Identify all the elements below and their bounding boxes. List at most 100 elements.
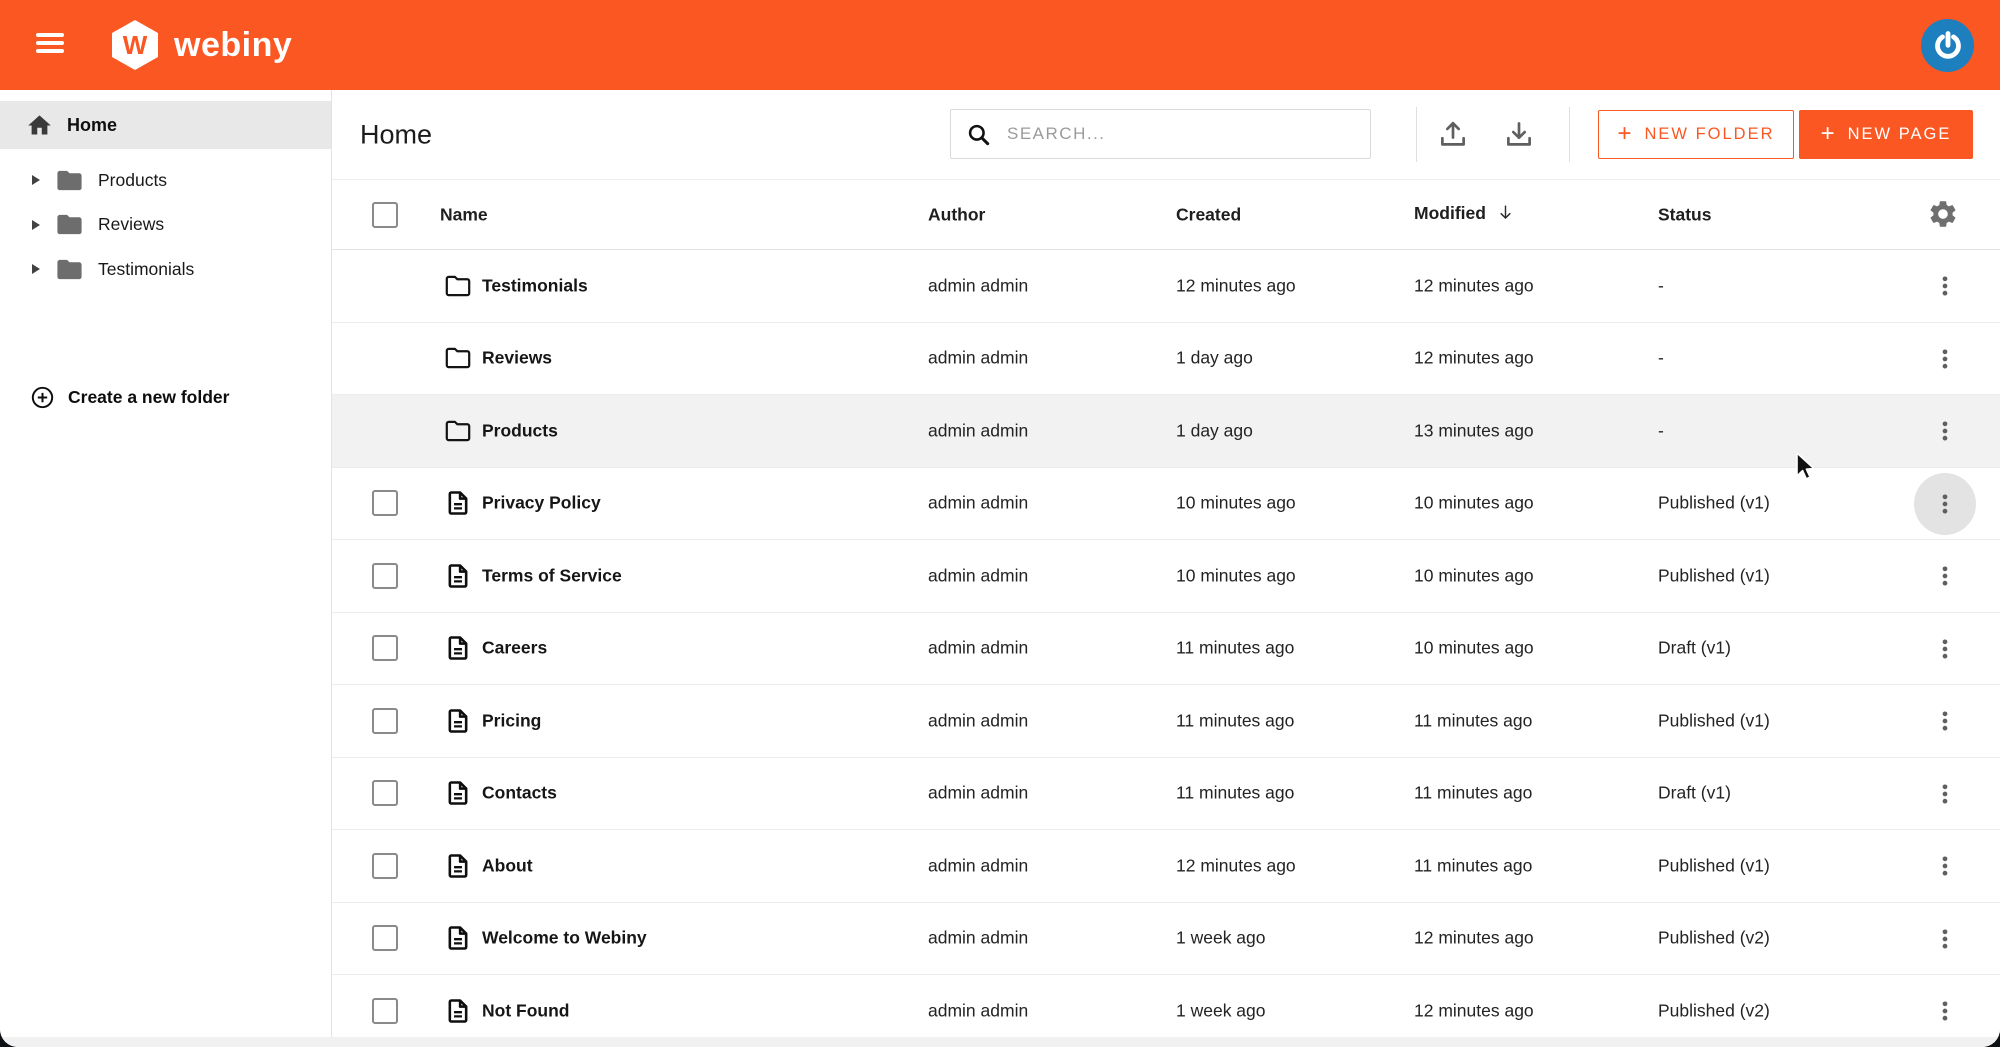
row-status: Published (v1) xyxy=(1658,492,1770,513)
row-created: 1 week ago xyxy=(1176,927,1266,948)
column-header-author[interactable]: Author xyxy=(928,204,985,225)
row-actions-button[interactable] xyxy=(1914,328,1976,390)
table-header: Name Author Created Modified Status xyxy=(332,180,2000,250)
row-name[interactable]: Not Found xyxy=(482,1000,569,1021)
new-page-button[interactable]: + NEW PAGE xyxy=(1799,110,1973,159)
row-created: 12 minutes ago xyxy=(1176,275,1296,296)
row-name[interactable]: Testimonials xyxy=(482,275,588,296)
row-name[interactable]: Welcome to Webiny xyxy=(482,928,647,949)
table-row[interactable]: Contacts admin admin 11 minutes ago 11 m… xyxy=(332,757,2000,830)
row-actions-button[interactable] xyxy=(1914,255,1976,317)
folder-outline-icon xyxy=(445,275,471,296)
kebab-menu-icon xyxy=(1942,856,1948,876)
row-actions-button[interactable] xyxy=(1914,618,1976,680)
column-header-modified[interactable]: Modified xyxy=(1414,203,1515,227)
table-row[interactable]: Pricing admin admin 11 minutes ago 11 mi… xyxy=(332,685,2000,758)
circle-plus-icon xyxy=(31,386,54,408)
search-input[interactable] xyxy=(951,110,1370,158)
sidebar-folder-item[interactable]: Testimonials xyxy=(0,247,331,292)
row-actions-button[interactable] xyxy=(1914,763,1976,825)
row-modified: 10 minutes ago xyxy=(1414,637,1534,658)
row-checkbox[interactable] xyxy=(372,852,398,879)
row-actions-button[interactable] xyxy=(1914,980,1976,1042)
folder-outline-icon xyxy=(445,348,471,369)
table-row[interactable]: Products admin admin 1 day ago 13 minute… xyxy=(332,395,2000,468)
row-name[interactable]: Contacts xyxy=(482,783,557,804)
row-name[interactable]: About xyxy=(482,855,533,876)
user-avatar[interactable] xyxy=(1921,19,1974,72)
caret-right-icon[interactable] xyxy=(32,175,40,186)
upload-icon xyxy=(1441,121,1465,146)
row-name[interactable]: Terms of Service xyxy=(482,565,622,586)
sidebar-folder-item[interactable]: Products xyxy=(0,158,331,203)
row-status: Published (v1) xyxy=(1658,710,1770,731)
row-checkbox[interactable] xyxy=(372,490,398,517)
row-modified: 10 minutes ago xyxy=(1414,492,1534,513)
power-icon xyxy=(1934,30,1961,59)
column-header-status[interactable]: Status xyxy=(1658,204,1711,225)
caret-right-icon[interactable] xyxy=(32,219,40,230)
webiny-logo-hexagon-icon: W xyxy=(112,20,158,70)
row-actions-button[interactable] xyxy=(1914,835,1976,897)
row-modified: 11 minutes ago xyxy=(1414,782,1533,803)
row-checkbox[interactable] xyxy=(372,562,398,589)
export-download-button[interactable] xyxy=(1496,111,1542,157)
row-modified: 10 minutes ago xyxy=(1414,565,1534,586)
content-toolbar: Home SEARCH... + NEW FOLDER + NEW PAGE xyxy=(332,90,2000,180)
row-actions-button[interactable] xyxy=(1914,908,1976,970)
folder-filled-icon xyxy=(57,259,82,279)
kebab-menu-icon xyxy=(1942,638,1948,659)
row-status: Published (v1) xyxy=(1658,855,1770,876)
menu-icon[interactable] xyxy=(36,33,64,57)
table-settings-button[interactable] xyxy=(1926,198,1960,232)
row-author: admin admin xyxy=(928,420,1029,441)
table-body: Testimonials admin admin 12 minutes ago … xyxy=(332,250,2000,1047)
row-checkbox[interactable] xyxy=(372,997,398,1024)
caret-right-icon[interactable] xyxy=(32,264,40,275)
table-row[interactable]: Privacy Policy admin admin 10 minutes ag… xyxy=(332,467,2000,540)
row-status: - xyxy=(1658,347,1664,368)
row-actions-button[interactable] xyxy=(1914,400,1976,462)
row-checkbox[interactable] xyxy=(372,925,398,952)
row-actions-button[interactable] xyxy=(1914,690,1976,752)
table-row[interactable]: Careers admin admin 11 minutes ago 10 mi… xyxy=(332,612,2000,685)
create-new-folder-button[interactable]: Create a new folder xyxy=(0,375,331,419)
table-row[interactable]: Reviews admin admin 1 day ago 12 minutes… xyxy=(332,322,2000,395)
row-checkbox[interactable] xyxy=(372,635,398,662)
select-all-checkbox[interactable] xyxy=(372,201,398,228)
column-header-created[interactable]: Created xyxy=(1176,204,1241,225)
kebab-menu-icon xyxy=(1942,711,1948,731)
row-author: admin admin xyxy=(928,347,1029,368)
sidebar-folder-label: Testimonials xyxy=(98,258,195,279)
row-checkbox[interactable] xyxy=(372,780,398,807)
row-name[interactable]: Careers xyxy=(482,638,547,659)
sidebar-item-home[interactable]: Home xyxy=(0,101,331,149)
sidebar-folder-item[interactable]: Reviews xyxy=(0,203,331,248)
table-row[interactable]: Terms of Service admin admin 10 minutes … xyxy=(332,540,2000,613)
row-name[interactable]: Products xyxy=(482,420,558,441)
row-modified: 13 minutes ago xyxy=(1414,420,1534,441)
row-name[interactable]: Reviews xyxy=(482,348,552,369)
home-icon xyxy=(28,114,51,134)
import-upload-button[interactable] xyxy=(1430,111,1476,157)
table-row[interactable]: Welcome to Webiny admin admin 1 week ago… xyxy=(332,902,2000,975)
plus-icon: + xyxy=(1617,119,1632,147)
table-row[interactable]: About admin admin 12 minutes ago 11 minu… xyxy=(332,830,2000,903)
kebab-menu-icon xyxy=(1942,276,1948,296)
row-modified: 12 minutes ago xyxy=(1414,1000,1534,1021)
row-status: Draft (v1) xyxy=(1658,637,1731,658)
column-header-name[interactable]: Name xyxy=(440,204,488,225)
row-created: 10 minutes ago xyxy=(1176,565,1296,586)
webiny-wordmark: webiny xyxy=(174,25,293,64)
sidebar-home-label: Home xyxy=(67,114,118,135)
row-modified: 12 minutes ago xyxy=(1414,275,1534,296)
row-name[interactable]: Privacy Policy xyxy=(482,493,601,514)
table-row[interactable]: Testimonials admin admin 12 minutes ago … xyxy=(332,250,2000,323)
row-author: admin admin xyxy=(928,710,1029,731)
row-actions-button[interactable] xyxy=(1914,545,1976,607)
row-actions-button[interactable] xyxy=(1914,472,1976,535)
row-checkbox[interactable] xyxy=(372,707,398,734)
row-name[interactable]: Pricing xyxy=(482,710,541,731)
new-folder-button[interactable]: + NEW FOLDER xyxy=(1598,110,1794,159)
row-created: 1 day ago xyxy=(1176,420,1253,441)
